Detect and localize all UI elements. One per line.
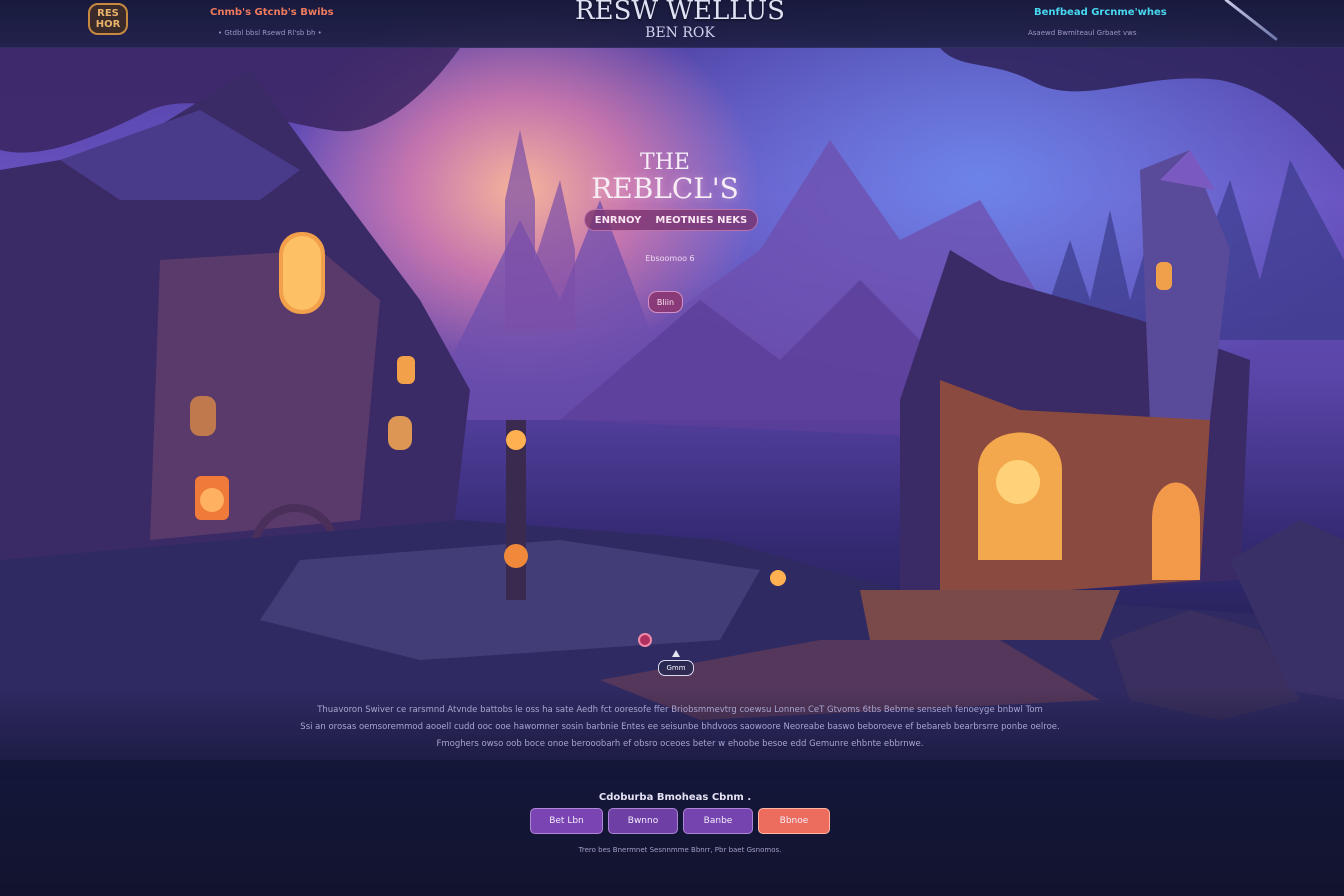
promo-subtext-left: • Gtdbl bbsl Rsewd Rl'sb bh •	[218, 29, 322, 37]
hero-tag-pill: ENRNOY MEOTNIES NEKS	[584, 209, 758, 231]
hero-title: REBLCL'S	[591, 172, 739, 205]
action-button-primary[interactable]: Bbnoe	[758, 808, 830, 834]
magic-wand-icon[interactable]	[1224, 0, 1278, 41]
action-button-3[interactable]: Banbe	[683, 808, 753, 834]
footer-note: Trero bes Bnermnet Sesnnmme Bbnrr, Pbr b…	[578, 846, 782, 854]
site-subtitle: BEN ROK	[645, 25, 715, 41]
description-line-1: Thuavoron Swiver ce rarsmnd Atvnde batto…	[317, 705, 1043, 715]
description-block: Thuavoron Swiver ce rarsmnd Atvnde batto…	[270, 702, 1090, 753]
scene-artwork	[0, 48, 1344, 896]
description-line-2: Ssi an orosas oemsoremmod aooell cudd oo…	[300, 722, 1060, 732]
map-marker-label[interactable]: Gmm	[658, 660, 694, 676]
hero-tag-left[interactable]: ENRNOY	[595, 215, 642, 226]
cta-heading: Cdoburba Bmoheas Cbnm .	[598, 792, 752, 803]
description-line-3: Fmoghers owso oob boce onoe berooobarh e…	[436, 739, 924, 749]
hero-kicker: THE	[640, 150, 690, 175]
promo-link-left[interactable]: Cnmb's Gtcnb's Bwibs	[210, 7, 334, 18]
hero-tag-right[interactable]: MEOTNIES NEKS	[655, 215, 747, 226]
hero-button[interactable]: Bliin	[648, 291, 683, 313]
promo-subtext-right: Asaewd Bwmiteaul Grbaet vws	[1028, 29, 1137, 37]
action-button-2[interactable]: Bwnno	[608, 808, 678, 834]
action-button-row: Bet Lbn Bwnno Banbe Bbnoe	[530, 808, 830, 834]
fantasy-village-background	[0, 0, 1344, 896]
action-button-1[interactable]: Bet Lbn	[530, 808, 603, 834]
location-pin-icon[interactable]	[638, 633, 652, 647]
promo-link-right[interactable]: Benfbead Grcnme'whes	[1034, 7, 1167, 18]
marker-arrow-icon	[672, 650, 680, 657]
site-logo[interactable]: RES HOR	[88, 3, 128, 35]
hero-small-text: Ebsoomoo 6	[645, 254, 695, 263]
top-header: RES HOR Cnmb's Gtcnb's Bwibs • Gtdbl bbs…	[0, 0, 1344, 48]
site-title: RESW WELLUS	[575, 0, 785, 26]
